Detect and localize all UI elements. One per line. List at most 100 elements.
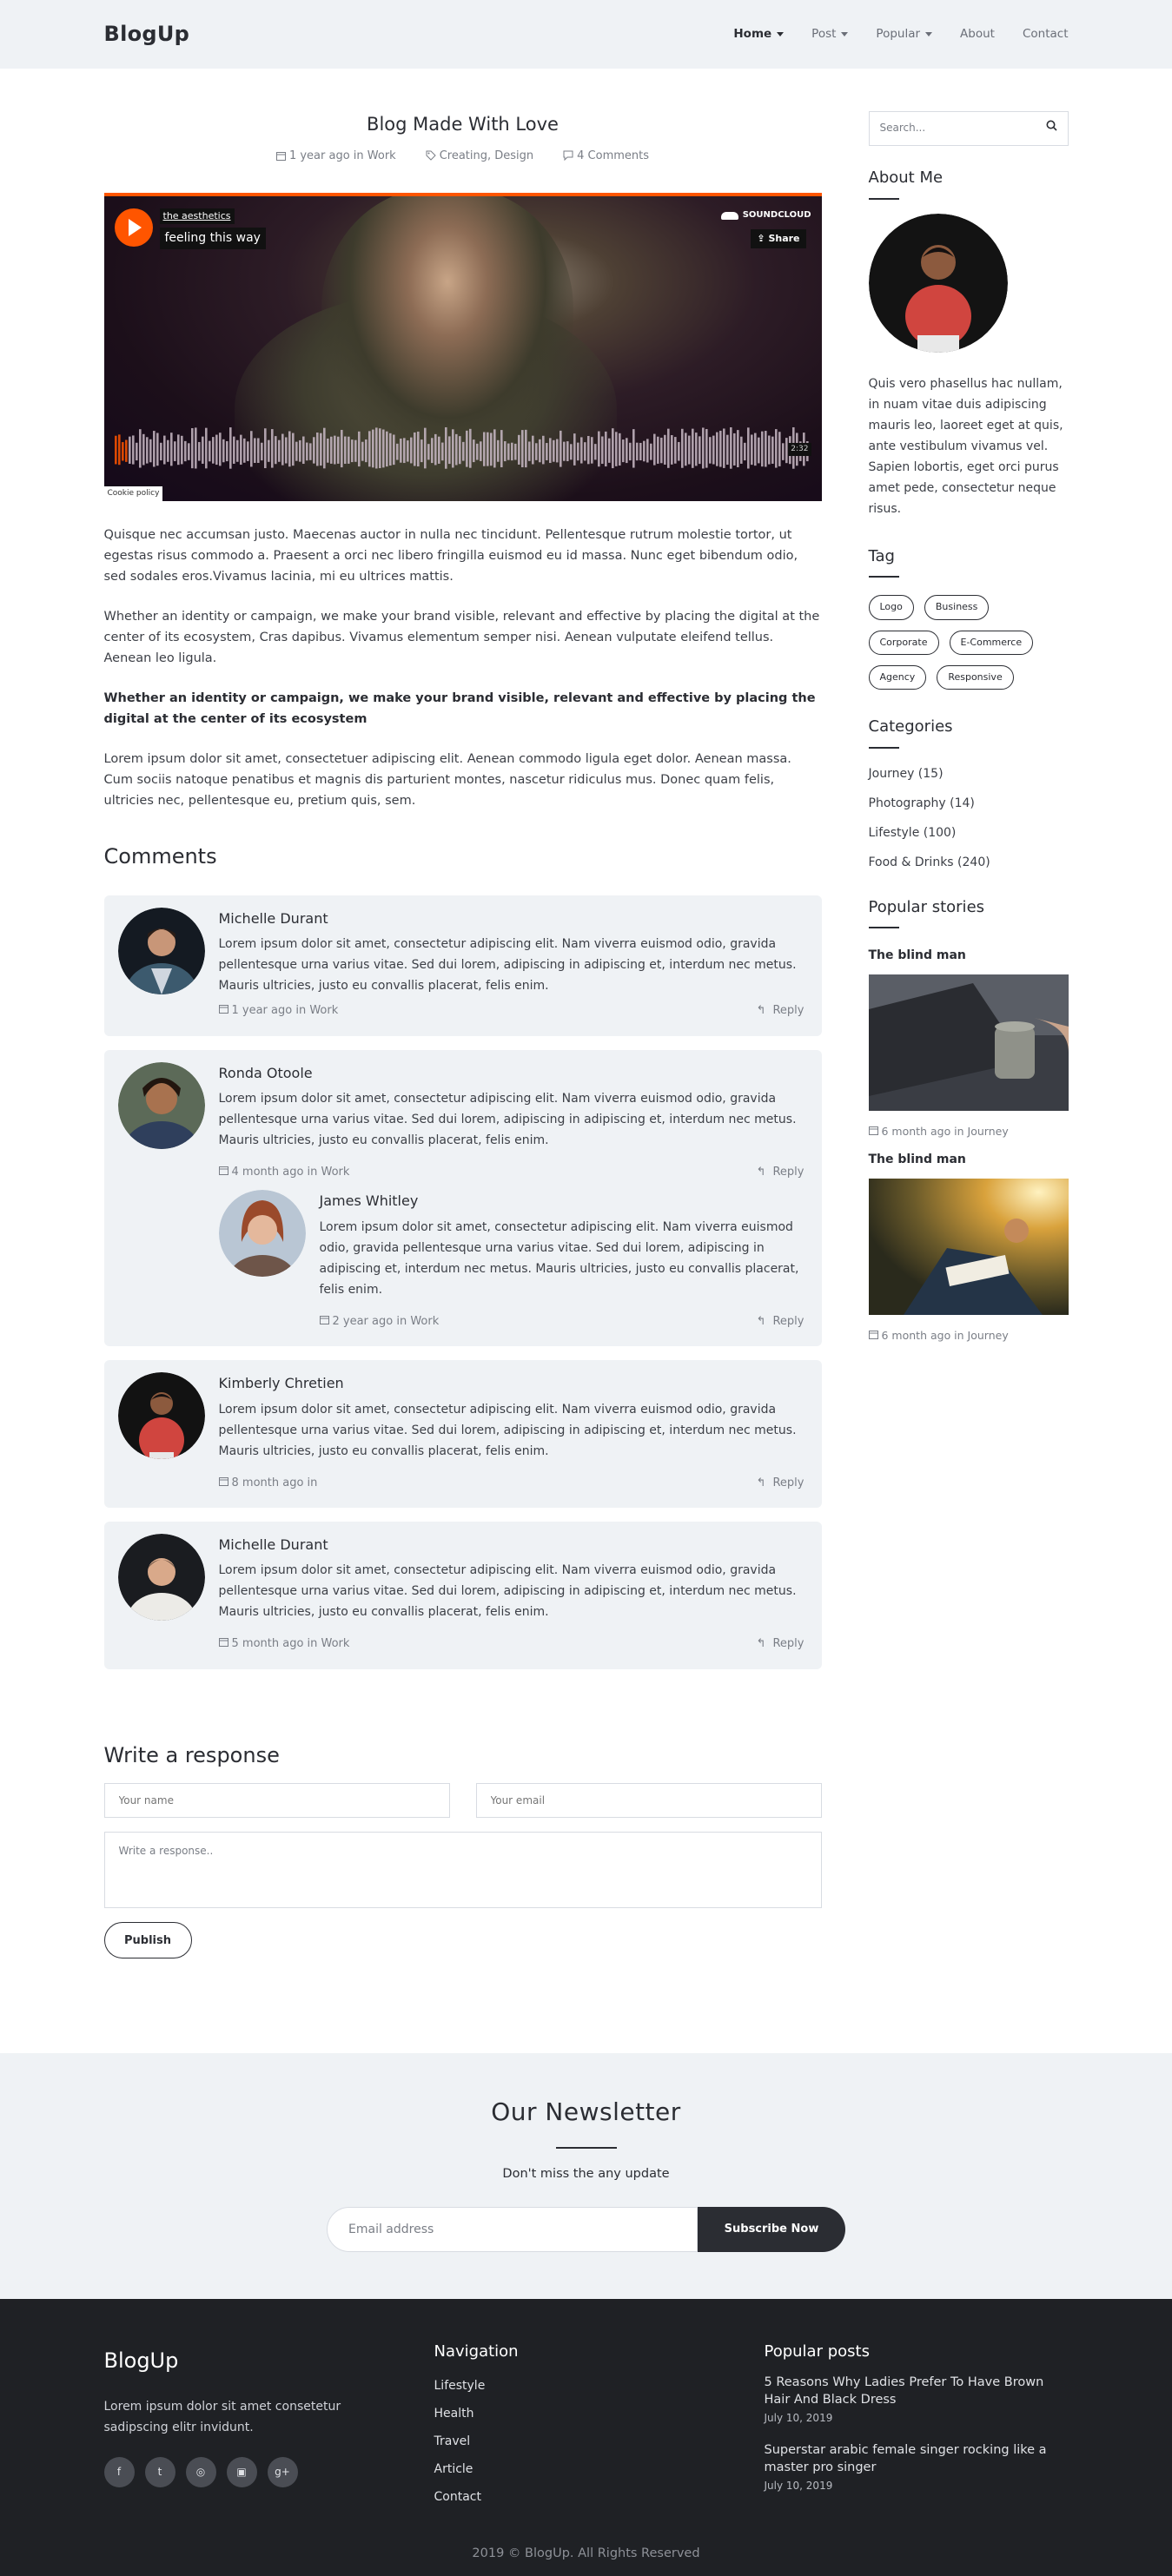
footer-link[interactable]: Lifestyle <box>434 2372 765 2400</box>
site-logo[interactable]: BlogUp <box>104 17 190 52</box>
comment-author[interactable]: Michelle Durant <box>219 1534 805 1556</box>
reply-button[interactable]: ↰ Reply <box>757 1474 805 1492</box>
dribbble-icon[interactable]: ◎ <box>185 2457 216 2487</box>
share-button[interactable]: ⇪ Share <box>751 229 806 249</box>
google-plus-icon[interactable]: g+ <box>267 2457 298 2487</box>
category-item[interactable]: Journey (15) <box>869 759 1069 789</box>
category-item[interactable]: Lifestyle (100) <box>869 818 1069 848</box>
page-content: Blog Made With Love 1 year ago in Work C… <box>103 69 1069 1959</box>
reply-label: Reply <box>772 1165 805 1179</box>
footer-logo[interactable]: BlogUp <box>104 2344 434 2379</box>
footer-link[interactable]: Contact <box>434 2483 765 2511</box>
story-image[interactable] <box>868 1179 1069 1316</box>
nav-popular[interactable]: Popular <box>876 24 933 43</box>
search-icon[interactable] <box>1046 120 1057 137</box>
response-title: Write a response <box>103 1742 280 1767</box>
response-form: Write a response Write a response.. Publ… <box>103 1739 822 1959</box>
nav-about-label: About <box>960 27 995 42</box>
footer-post-title[interactable]: Superstar arabic female singer rocking l… <box>765 2441 1069 2476</box>
instagram-icon[interactable]: ▣ <box>226 2457 257 2487</box>
comment-author[interactable]: Michelle Durant <box>219 908 805 930</box>
name-input[interactable] <box>103 1783 450 1819</box>
email-input[interactable] <box>475 1783 822 1819</box>
divider <box>868 927 899 929</box>
story-title[interactable]: The blind man <box>869 1150 1069 1170</box>
share-label: Share <box>768 233 800 245</box>
comment-author[interactable]: Kimberly Chretien <box>219 1372 805 1395</box>
post-comments-count[interactable]: 4 Comments <box>563 147 649 165</box>
comment-text: Lorem ipsum dolor sit amet, consectetur … <box>319 1219 799 1297</box>
social-links: f t ◎ ▣ g+ <box>103 2457 434 2487</box>
calendar-icon <box>319 1312 329 1331</box>
category-item[interactable]: Food & Drinks (240) <box>869 848 1069 877</box>
newsletter-form: Email address Subscribe Now <box>327 2206 845 2252</box>
avatar <box>117 1061 205 1149</box>
facebook-icon[interactable]: f <box>103 2457 135 2487</box>
comment-footer: 5 month ago in Work ↰ Reply <box>218 1635 805 1653</box>
comment-footer: 8 month ago in ↰ Reply <box>218 1474 805 1492</box>
comment-body: Michelle Durant Lorem ipsum dolor sit am… <box>218 1534 805 1654</box>
post-paragraph: Quisque nec accumsan justo. Maecenas auc… <box>103 528 798 585</box>
tag-item[interactable]: Logo <box>868 595 914 620</box>
soundcloud-logo[interactable]: SOUNDCLOUD <box>720 208 811 223</box>
footer-link[interactable]: Health <box>434 2400 765 2427</box>
footer-link[interactable]: Article <box>434 2455 765 2483</box>
response-textarea[interactable]: Write a response.. <box>103 1832 822 1909</box>
comment-author[interactable]: James Whitley <box>320 1190 805 1212</box>
nav-home[interactable]: Home <box>733 24 785 43</box>
calendar-icon <box>218 1163 228 1181</box>
footer-about: BlogUp Lorem ipsum dolor sit amet conset… <box>103 2339 434 2511</box>
footer-link[interactable]: Travel <box>434 2427 765 2455</box>
calendar-icon <box>275 151 286 161</box>
divider <box>868 576 899 578</box>
footer-post-date: July 10, 2019 <box>764 2412 833 2425</box>
tag-item[interactable]: Corporate <box>868 630 939 655</box>
search-input[interactable]: Search... <box>868 111 1069 146</box>
subscribe-button[interactable]: Subscribe Now <box>698 2206 845 2252</box>
nav-contact[interactable]: Contact <box>1023 24 1069 43</box>
comment-text: Lorem ipsum dolor sit amet, consectetur … <box>218 1091 797 1147</box>
footer-post[interactable]: Superstar arabic female singer rocking l… <box>765 2441 1069 2495</box>
play-button[interactable] <box>114 208 153 248</box>
comment-date: 5 month ago in Work <box>218 1635 349 1653</box>
tag-item[interactable]: Agency <box>868 664 927 690</box>
newsletter-email-input[interactable]: Email address <box>327 2206 698 2252</box>
twitter-icon[interactable]: t <box>144 2457 175 2487</box>
calendar-icon <box>218 1635 228 1653</box>
publish-button[interactable]: Publish <box>103 1922 192 1959</box>
reply-button[interactable]: ↰ Reply <box>757 1635 805 1653</box>
comment-date: 4 month ago in Work <box>218 1163 349 1181</box>
reply-button[interactable]: ↰ Reply <box>757 1312 805 1331</box>
footer-post-title[interactable]: 5 Reasons Why Ladies Prefer To Have Brow… <box>765 2374 1069 2408</box>
post-tags[interactable]: Creating, Design <box>426 147 533 165</box>
tag-item[interactable]: Responsive <box>937 664 1014 690</box>
footer-post[interactable]: 5 Reasons Why Ladies Prefer To Have Brow… <box>765 2374 1069 2427</box>
footer-nav-list: Lifestyle Health Travel Article Contact <box>434 2372 765 2511</box>
reply-button[interactable]: ↰ Reply <box>757 1001 805 1020</box>
track-user[interactable]: the aesthetics <box>159 208 235 225</box>
category-item[interactable]: Photography (14) <box>869 789 1069 818</box>
waveform[interactable] <box>114 423 811 475</box>
story-image[interactable] <box>868 974 1069 1112</box>
reply-icon: ↰ <box>756 1476 766 1489</box>
post-tags-text: Creating, Design <box>439 149 534 162</box>
post-title: Blog Made With Love <box>367 114 559 135</box>
cookie-policy-link[interactable]: Cookie policy <box>103 486 163 502</box>
nav-post[interactable]: Post <box>811 24 849 43</box>
tag-item[interactable]: E-Commerce <box>949 630 1034 655</box>
comment-footer: 1 year ago in Work ↰ Reply <box>218 1001 805 1020</box>
reply-label: Reply <box>772 1314 805 1328</box>
comment-text: Lorem ipsum dolor sit amet, consectetur … <box>218 1563 797 1620</box>
tag-item[interactable]: Business <box>924 595 990 620</box>
soundcloud-player[interactable]: the aesthetics feeling this way SOUNDCLO… <box>103 193 822 502</box>
comment-date-text: 1 year ago in Work <box>231 1004 339 1018</box>
nav-contact-label: Contact <box>1022 27 1069 42</box>
comment-author[interactable]: Ronda Otoole <box>219 1062 805 1085</box>
comment-body: James Whitley Lorem ipsum dolor sit amet… <box>319 1190 805 1331</box>
comment-date-text: 8 month ago in <box>231 1476 318 1489</box>
nav-about[interactable]: About <box>960 24 995 43</box>
reply-button[interactable]: ↰ Reply <box>757 1163 805 1181</box>
story-title[interactable]: The blind man <box>869 946 1069 966</box>
newsletter-title: Our Newsletter <box>491 2097 681 2127</box>
track-title[interactable]: feeling this way <box>159 228 266 250</box>
